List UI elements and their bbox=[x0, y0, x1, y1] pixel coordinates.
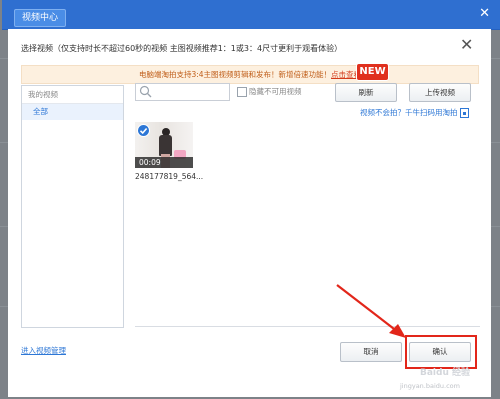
watermark-url: jingyan.baidu.com bbox=[400, 382, 460, 390]
thumbnail-figure-body bbox=[159, 135, 172, 156]
mobile-shoot-link-text[interactable]: 视频不会拍？千牛扫码用淘拍 bbox=[360, 108, 458, 117]
watermark-logo: Baidu 经验 bbox=[420, 368, 471, 378]
video-thumbnail[interactable]: 00:09 bbox=[135, 122, 193, 168]
mobile-shoot-link[interactable]: 视频不会拍？千牛扫码用淘拍 bbox=[360, 107, 469, 118]
notice-banner: 电脑端淘拍支持3:4主图视频剪辑和发布！新增倍速功能！点击查看 NEW bbox=[21, 63, 479, 84]
dialog-close-icon[interactable]: ✕ bbox=[460, 37, 473, 53]
dialog-title: 选择视频（仅支持时长不超过60秒的视频 主图视频推荐1：1或3：4尺寸更利于观看… bbox=[21, 44, 343, 53]
search-icon bbox=[139, 85, 152, 98]
window-titlebar: 视频中心 ✕ bbox=[2, 0, 500, 30]
notice-text-wrap: 电脑端淘拍支持3:4主图视频剪辑和发布！新增倍速功能！点击查看 bbox=[22, 69, 478, 80]
sidebar: 我的视频 全部 bbox=[21, 85, 124, 328]
annotation-highlight-box bbox=[405, 335, 477, 369]
video-card[interactable]: 00:09 248177819_564... bbox=[135, 122, 204, 181]
search-input[interactable] bbox=[135, 83, 230, 101]
upload-video-button[interactable]: 上传视频 bbox=[409, 83, 471, 102]
window-tab-title[interactable]: 视频中心 bbox=[14, 9, 67, 27]
video-management-link[interactable]: 进入视频管理 bbox=[21, 345, 66, 356]
sidebar-header: 我的视频 bbox=[22, 86, 123, 104]
sidebar-item-all[interactable]: 全部 bbox=[22, 104, 123, 120]
video-name: 248177819_564... bbox=[135, 172, 204, 181]
check-circle-icon bbox=[137, 124, 150, 137]
new-badge: NEW bbox=[356, 63, 389, 81]
video-select-dialog: 选择视频（仅支持时长不超过60秒的视频 主图视频推荐1：1或3：4尺寸更利于观看… bbox=[8, 29, 491, 397]
mobile-icon bbox=[459, 108, 469, 118]
hide-unavailable-checkbox[interactable] bbox=[237, 87, 247, 97]
hide-unavailable-label: 隐藏不可用视频 bbox=[249, 87, 302, 96]
window-close-icon[interactable]: ✕ bbox=[479, 6, 490, 21]
cancel-button[interactable]: 取消 bbox=[340, 342, 402, 362]
notice-text: 电脑端淘拍支持3:4主图视频剪辑和发布！新增倍速功能！ bbox=[138, 70, 332, 79]
refresh-button[interactable]: 刷新 bbox=[335, 83, 397, 102]
content-divider bbox=[135, 326, 480, 327]
video-duration: 00:09 bbox=[135, 157, 193, 168]
